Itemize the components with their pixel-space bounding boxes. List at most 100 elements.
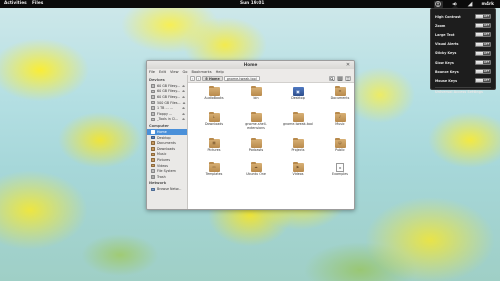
close-icon[interactable]: ✕ [345,62,351,68]
drive-icon [151,100,155,105]
file-name: Templates [205,172,223,176]
home-icon [151,130,155,134]
drive-icon [151,95,155,99]
a11y-item-zoom[interactable]: Zoom OFF [431,21,495,30]
eject-icon[interactable]: ⏏ [182,106,185,110]
sidebar-heading-devices: Devices [149,77,165,82]
a11y-item-label: Sticky Keys [435,51,457,56]
eject-icon[interactable]: ⏏ [182,89,185,93]
sidebar-heading-network: Network [149,181,167,185]
switch-knob [476,42,483,46]
home-icon [205,77,208,80]
back-button[interactable]: ‹ [190,76,195,81]
sidebar-item-label: Documents [157,141,176,146]
file-item-desktop[interactable]: ▣ Desktop [282,87,314,101]
file-name: Documents [330,96,350,100]
file-item-downloads[interactable]: ↓ Downloads [198,111,230,127]
clock[interactable]: Sun 19:01 [240,1,264,6]
trash-icon [151,174,155,179]
file-item-videos[interactable]: ▶ Videos [282,161,314,177]
a11y-item-high-contrast[interactable]: High Contrast OFF [431,12,495,21]
forward-button[interactable]: › [196,76,201,81]
folder-emblem: ▶ [296,165,300,169]
file-item-documents[interactable]: ≡ Documents [324,85,354,101]
folder-emblem: ↓ [212,115,216,119]
window-titlebar[interactable]: Home ✕ [147,61,354,69]
toggle-switch[interactable]: OFF [475,32,491,38]
sidebar-item-label: Browse Netw... [157,187,182,192]
file-item-ubuntu-one[interactable]: ☁ Ubuntu One [240,161,272,177]
view-grid-button[interactable] [337,75,343,82]
file-name: Podcasts [248,148,264,152]
breadcrumb-home[interactable]: Home [202,75,223,82]
toggle-switch[interactable]: OFF [475,50,491,56]
drive-icon [151,106,155,110]
universal-access-settings[interactable]: Universal Access Settings [431,90,495,94]
search-button[interactable] [329,75,335,82]
network-icon[interactable] [467,1,473,7]
a11y-item-label: High Contrast [435,14,461,19]
eject-icon[interactable]: ⏏ [182,117,185,121]
activities-button[interactable]: Activities [4,1,27,6]
file-manager-window: Home ✕ File Edit View Go Bookmarks Help Devic… [146,60,355,210]
eject-icon[interactable]: ⏏ [182,95,185,99]
file-item-podcasts[interactable]: Podcasts [240,137,272,153]
file-item-music[interactable]: ♪ Music [324,111,354,127]
folder-emblem: ▦ [212,141,216,145]
document-icon: ≣ [336,163,344,172]
app-menu[interactable]: Files [32,1,43,6]
toggle-switch[interactable]: OFF [475,23,491,29]
a11y-item-label: Mouse Keys [435,78,458,83]
a11y-item-mouse-keys[interactable]: Mouse Keys OFF [431,76,495,85]
file-item-projects[interactable]: Projects [282,137,314,153]
sidebar-item-label: 60 GB Filesy... [157,83,180,88]
sidebar-item-label: File System [157,169,176,174]
a11y-item-visual-alerts[interactable]: Visual Alerts OFF [431,40,495,49]
toggle-switch[interactable]: OFF [475,60,491,66]
net-icon [151,187,155,192]
sidebar-item-label: _Tools in Cl... [157,117,179,122]
view-list-button[interactable] [345,75,351,82]
eject-icon[interactable]: ⏏ [183,101,186,105]
folder-icon [208,85,220,96]
file-item-examples[interactable]: ≣ Examples [324,163,354,177]
a11y-item-bounce-keys[interactable]: Bounce Keys OFF [431,67,495,76]
file-item-audiobooks[interactable]: AudioBooks [198,85,230,101]
folder-icon [151,146,155,151]
switch-state: OFF [483,70,490,74]
sidebar-item-browse-netw[interactable]: Browse Netw... [147,187,187,193]
sidebar-item-label: Trash [157,174,166,179]
file-item-gnome-shell-extensions[interactable]: gnome-shell-extensions [240,111,272,131]
breadcrumb-gnome-tweak-tool[interactable]: gnome-tweak-tool [223,75,260,82]
switch-knob [476,33,483,37]
file-item-public[interactable]: ☺ Public [324,137,354,153]
folder-emblem: ≡ [338,89,342,93]
toggle-switch[interactable]: OFF [475,69,491,75]
file-item-gnome-tweak-tool[interactable]: gnome-tweak-tool [282,111,314,127]
file-name: Examples [331,172,349,176]
a11y-item-slow-keys[interactable]: Slow Keys OFF [431,58,495,67]
toggle-switch[interactable]: OFF [475,78,491,84]
file-item-pictures[interactable]: ▦ Pictures [198,137,230,153]
eject-icon[interactable]: ⏏ [182,84,185,88]
file-name: Projects [291,148,305,152]
drive-icon [151,117,155,122]
switch-knob [476,61,483,65]
file-item-bin[interactable]: bin [240,85,272,101]
toggle-switch[interactable]: OFF [475,41,491,47]
folder-icon: ▶ [292,161,304,172]
sidebar-item-label: Pictures [157,157,171,162]
a11y-item-sticky-keys[interactable]: Sticky Keys OFF [431,49,495,58]
toggle-switch[interactable]: OFF [475,14,491,20]
file-item-templates[interactable]: ▭ Templates [198,161,230,177]
eject-icon[interactable]: ⏏ [182,112,185,116]
folder-emblem: ▭ [212,165,216,169]
folder-icon: ≡ [334,85,346,96]
accessibility-icon[interactable] [433,0,443,8]
a11y-item-large-text[interactable]: Large Text OFF [431,30,495,39]
file-name: Desktop [291,96,305,100]
user-menu[interactable]: m4rk [482,2,494,7]
a11y-item-label: Bounce Keys [435,69,459,74]
system-tray: m4rk [433,0,494,8]
a11y-item-label: Zoom [435,23,446,28]
